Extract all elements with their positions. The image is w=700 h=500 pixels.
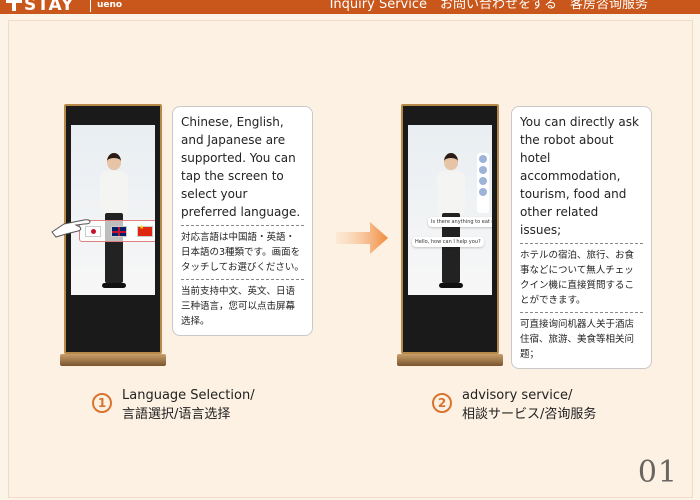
chat-bubble-robot: Hello, how can I help you?	[412, 237, 484, 247]
menu-item-icon[interactable]	[479, 166, 487, 174]
page-number: 01	[637, 455, 678, 490]
step-label: advisory service/ 相談サービス/咨询服务	[462, 386, 596, 424]
step-1-caption: 1 Language Selection/ 言語選択/语言选择	[92, 386, 255, 424]
step-number-badge: 2	[432, 393, 452, 413]
dashed-divider	[520, 243, 643, 244]
robot-avatar-body	[437, 171, 465, 215]
china-flag-icon[interactable]	[137, 224, 153, 237]
card-text-jp: ホテルの宿泊、旅行、お食事などについて無人チェックイン機に直接質問することができ…	[520, 250, 635, 306]
step-label-en: Language Selection/	[122, 388, 255, 403]
info-card-language: Chinese, English, and Japanese are suppo…	[172, 106, 313, 336]
menu-item-icon[interactable]	[479, 177, 487, 185]
info-card-advisory: You can directly ask the robot about hot…	[511, 106, 652, 369]
brand-logo: STAY	[6, 0, 74, 15]
card-text-en: Chinese, English, and Japanese are suppo…	[181, 115, 301, 219]
dashed-divider	[181, 279, 304, 280]
chat-bubble-user: Is there anything to eat nearby?	[428, 217, 492, 227]
step-label-jp-cn: 相談サービス/咨询服务	[462, 407, 597, 422]
card-text-cn: 当前支持中文、英文、日语三种语言，您可以点击屏幕选择。	[181, 286, 296, 327]
step-label-jp-cn: 言語選択/语言选择	[122, 407, 231, 422]
robot-avatar-body	[100, 171, 128, 215]
kiosk-base	[397, 354, 503, 366]
kiosk-frame: Is there anything to eat nearby? Hello, …	[401, 104, 499, 354]
arrow-right-icon	[336, 222, 388, 254]
step-number-badge: 1	[92, 393, 112, 413]
card-text-cn: 可直接询问机器人关于酒店住宿、旅游、美食等相关问题；	[520, 319, 635, 360]
robot-avatar-feet	[102, 283, 126, 288]
kiosk-base	[60, 354, 166, 366]
kiosk-screen	[71, 125, 155, 295]
robot-avatar-head	[444, 153, 458, 170]
menu-item-icon[interactable]	[479, 188, 487, 196]
kiosk-side-menu[interactable]	[477, 153, 489, 213]
card-text-en: You can directly ask the robot about hot…	[520, 115, 639, 237]
step-2-caption: 2 advisory service/ 相談サービス/咨询服务	[432, 386, 596, 424]
robot-avatar-head	[107, 153, 121, 170]
menu-item-icon[interactable]	[479, 155, 487, 163]
step-label-en: advisory service/	[462, 388, 573, 403]
dashed-divider	[520, 312, 643, 313]
brand-name: STAY	[24, 0, 75, 15]
dashed-divider	[181, 225, 304, 226]
kiosk-screen: Is there anything to eat nearby? Hello, …	[408, 125, 492, 295]
card-text-jp: 対応言語は中国語・英語・日本語の3種類です。画面をタッチしてお選びください。	[181, 232, 304, 273]
top-banner: STAY ueno Inquiry Service お問い合わせをする 客房咨询…	[0, 0, 700, 15]
uk-flag-icon[interactable]	[111, 225, 127, 237]
brand-mark-icon	[6, 0, 22, 11]
sub-brand: ueno	[90, 0, 122, 12]
pointing-hand-icon	[51, 219, 91, 238]
kiosk-advisory-service: Is there anything to eat nearby? Hello, …	[397, 104, 503, 368]
page-title: Inquiry Service お問い合わせをする 客房咨询服务	[329, 0, 648, 12]
robot-avatar-feet	[439, 283, 463, 288]
step-label: Language Selection/ 言語選択/语言选择	[122, 386, 255, 424]
